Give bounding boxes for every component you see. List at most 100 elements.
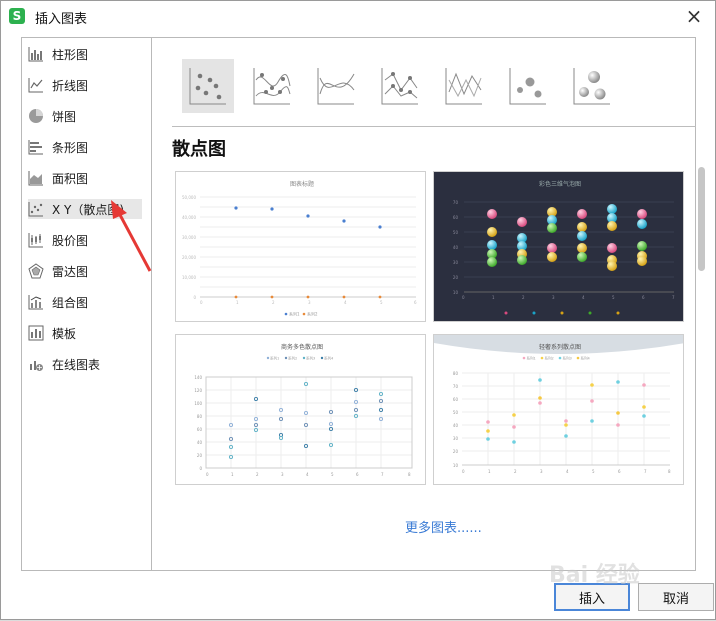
cancel-button[interactable]: 取消 xyxy=(638,583,714,611)
sidebar-item-label: 面积图 xyxy=(52,171,89,186)
svg-text:8: 8 xyxy=(668,469,671,474)
svg-text:2: 2 xyxy=(256,472,259,477)
sidebar-item-area[interactable]: 面积图 xyxy=(28,168,142,188)
subtype-scatter-straight-markers[interactable] xyxy=(374,59,426,113)
template-card-basic[interactable]: 图表标题 50,000 40,000 30,000 20,000 10,000 0 0 1 2… xyxy=(175,171,426,322)
svg-text:70: 70 xyxy=(453,200,459,205)
radar-chart-icon xyxy=(28,263,44,279)
svg-text:0: 0 xyxy=(193,295,196,300)
svg-text:120: 120 xyxy=(194,388,202,393)
scatter-markers-icon xyxy=(189,68,226,105)
scatter-smooth-lines-icon xyxy=(317,68,355,105)
bar-chart-icon xyxy=(28,47,43,62)
svg-text:10: 10 xyxy=(453,290,459,295)
chart-preview-panel: 散点图 图表标题 50,000 40,000 30,000 20,000 10,000 0… xyxy=(152,37,702,571)
template-preview: 商务多色散点图 系列1 系列2 系列3 系列4 1401201008060402… xyxy=(194,343,413,477)
sidebar-item-label: 模板 xyxy=(52,326,77,341)
svg-text:2: 2 xyxy=(514,469,517,474)
subtype-scatter-smooth-lines[interactable] xyxy=(310,59,362,113)
subtype-bubble-3d[interactable] xyxy=(566,59,618,113)
svg-text:2: 2 xyxy=(272,300,275,305)
svg-text:6: 6 xyxy=(618,469,621,474)
svg-text:4: 4 xyxy=(566,469,569,474)
template-card-light-luxury[interactable]: 轻奢系列散点图 系列1 系列2 系列3 系列4 80 70 60 50 40 30 20 10… xyxy=(433,334,684,485)
svg-text:7: 7 xyxy=(644,469,647,474)
svg-text:0: 0 xyxy=(206,472,209,477)
svg-text:3: 3 xyxy=(540,469,543,474)
close-button[interactable]: × xyxy=(683,5,705,27)
svg-text:5: 5 xyxy=(331,472,334,477)
scatter-straight-markers-icon xyxy=(381,68,418,105)
svg-text:0: 0 xyxy=(200,300,203,305)
card-title: 彩色三维气泡图 xyxy=(539,180,581,188)
svg-text:8: 8 xyxy=(408,472,411,477)
sidebar-item-combo[interactable]: 组合图 xyxy=(28,292,142,312)
scrollbar-thumb[interactable] xyxy=(698,167,705,271)
title-bar: S 插入图表 × xyxy=(1,1,715,31)
svg-text:80: 80 xyxy=(453,371,459,376)
svg-text:20: 20 xyxy=(453,449,459,454)
sidebar-item-radar[interactable]: 雷达图 xyxy=(28,261,142,281)
line-chart-icon xyxy=(28,78,43,93)
subtype-scatter-straight-lines[interactable] xyxy=(438,59,490,113)
svg-text:1: 1 xyxy=(236,300,239,305)
svg-text:50,000: 50,000 xyxy=(182,195,196,200)
sidebar-item-label: 饼图 xyxy=(52,109,77,124)
scrollbar-track[interactable] xyxy=(696,37,715,571)
svg-text:4: 4 xyxy=(344,300,347,305)
sidebar-item-stock[interactable]: 股价图 xyxy=(28,230,142,250)
svg-text:40: 40 xyxy=(197,440,203,445)
scatter-straight-lines-icon xyxy=(445,68,482,105)
svg-text:20: 20 xyxy=(453,275,459,280)
template-preview: 轻奢系列散点图 系列1 系列2 系列3 系列4 8070605040302010… xyxy=(434,335,683,474)
sidebar-item-online[interactable]: 在线图表 xyxy=(28,354,142,374)
svg-text:3: 3 xyxy=(308,300,311,305)
more-charts-link[interactable]: 更多图表...... xyxy=(405,517,482,536)
subtype-bubble[interactable] xyxy=(502,59,554,113)
subtype-scatter-markers[interactable] xyxy=(182,59,234,113)
legend-label: 系列3 xyxy=(563,355,572,360)
svg-text:60: 60 xyxy=(197,427,203,432)
legend-label: 系列3 xyxy=(306,355,315,360)
subtype-scatter-smooth-markers[interactable] xyxy=(246,59,298,113)
sidebar-item-horizontal-bar[interactable]: 条形图 xyxy=(28,137,142,157)
sidebar-item-xy-scatter[interactable]: X Y（散点图) xyxy=(28,199,142,219)
template-card-3d-bubble[interactable]: 彩色三维气泡图 70 60 50 40 30 20 10 01234567 xyxy=(433,171,684,322)
sidebar-item-bar[interactable]: 柱形图 xyxy=(28,44,142,64)
svg-text:6: 6 xyxy=(356,472,359,477)
sidebar-item-label: 组合图 xyxy=(52,295,89,310)
svg-text:5: 5 xyxy=(380,300,383,305)
stock-chart-icon xyxy=(28,233,43,248)
svg-text:70: 70 xyxy=(453,384,459,389)
sidebar-item-label: 折线图 xyxy=(52,78,89,93)
svg-text:20,000: 20,000 xyxy=(182,255,196,260)
sidebar-item-pie[interactable]: 饼图 xyxy=(28,106,142,126)
chart-type-sidebar: 柱形图 折线图 饼图 条形图 面积图 X Y（散点图) 股价图 雷达图 组合图 … xyxy=(21,37,152,571)
svg-text:7: 7 xyxy=(381,472,384,477)
sidebar-item-label: 股价图 xyxy=(52,233,89,248)
pie-chart-icon xyxy=(29,109,43,123)
svg-text:0: 0 xyxy=(199,466,202,471)
sidebar-item-template[interactable]: 模板 xyxy=(28,323,142,343)
bubble-icon xyxy=(509,68,546,105)
online-chart-icon xyxy=(30,361,43,371)
app-logo-icon: S xyxy=(9,8,25,24)
sidebar-item-line[interactable]: 折线图 xyxy=(28,75,142,95)
card-title: 图表标题 xyxy=(290,180,314,188)
svg-text:140: 140 xyxy=(194,375,202,380)
svg-text:10: 10 xyxy=(453,463,459,468)
svg-text:60: 60 xyxy=(453,215,459,220)
divider xyxy=(172,126,702,127)
legend-label: 系列1 xyxy=(270,355,279,360)
legend-label: 系列1 xyxy=(527,355,536,360)
template-card-business[interactable]: 商务多色散点图 系列1 系列2 系列3 系列4 140 120 100 80 60 40 2… xyxy=(175,334,426,485)
svg-text:40: 40 xyxy=(453,423,459,428)
scatter-smooth-markers-icon xyxy=(253,68,291,105)
sidebar-item-label: 条形图 xyxy=(52,140,89,155)
combo-chart-icon xyxy=(28,295,43,310)
svg-text:20: 20 xyxy=(197,453,203,458)
svg-text:1: 1 xyxy=(231,472,234,477)
sidebar-item-label: 在线图表 xyxy=(52,357,101,372)
sidebar-item-label: 雷达图 xyxy=(52,264,89,279)
dialog-title: 插入图表 xyxy=(35,12,88,27)
